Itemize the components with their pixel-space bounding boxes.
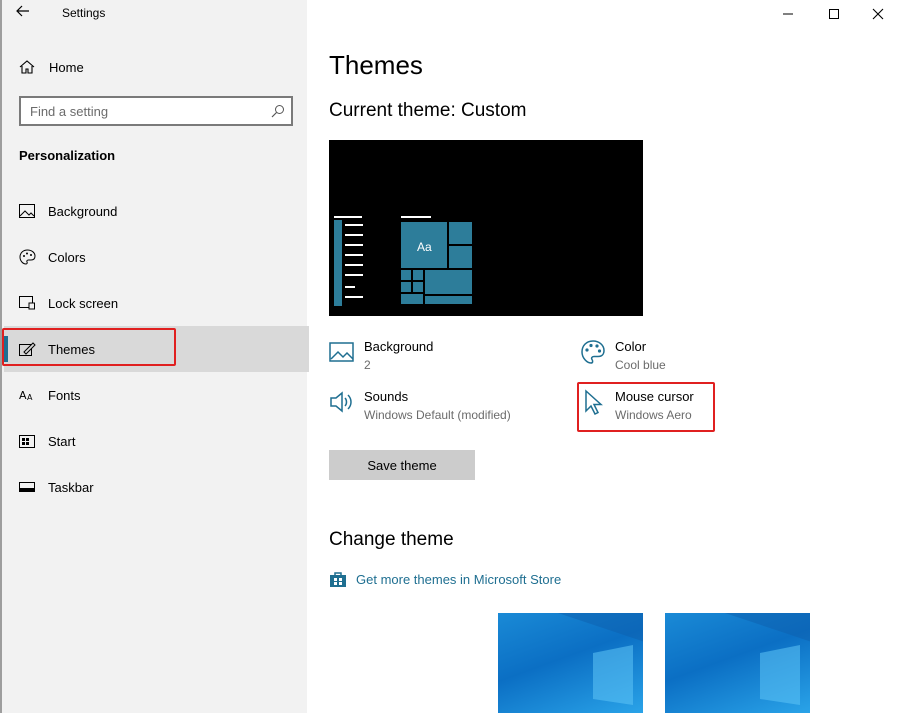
sidebar-item-label: Background (48, 203, 118, 219)
preview-tile (449, 246, 472, 268)
current-theme-title: Current theme: Custom (329, 100, 527, 121)
sidebar-item-label: Fonts (48, 387, 81, 403)
background-label: Background (364, 339, 434, 354)
preview-line (334, 216, 362, 218)
lock-screen-icon (18, 294, 36, 312)
preview-tile (401, 294, 423, 304)
theme-preview: Aa (329, 140, 643, 316)
app-title: Settings (62, 6, 106, 20)
home-icon (19, 60, 35, 74)
sidebar-item-start[interactable]: Start (4, 418, 309, 464)
start-icon (18, 432, 36, 450)
preview-tile (449, 222, 472, 244)
preview-block (334, 220, 342, 306)
home-link[interactable]: Home (18, 57, 84, 77)
svg-text:A: A (19, 389, 27, 402)
fonts-icon: AA (18, 386, 36, 404)
highlight-box-themes (2, 328, 176, 366)
color-setting[interactable]: Color Cool blue (580, 339, 666, 372)
store-bag-icon (330, 572, 346, 587)
search-box[interactable] (19, 96, 293, 126)
preview-tile (425, 296, 472, 304)
change-theme-title: Change theme (329, 529, 454, 550)
background-setting[interactable]: Background 2 (329, 339, 433, 372)
image-icon (329, 342, 354, 362)
preview-line (345, 234, 363, 236)
palette-icon (581, 340, 605, 364)
search-icon[interactable] (271, 104, 285, 118)
preview-tile (413, 270, 423, 280)
color-value: Cool blue (615, 358, 666, 372)
preview-tile (401, 270, 411, 280)
store-link-text: Get more themes in Microsoft Store (356, 571, 562, 587)
preview-line (345, 254, 363, 256)
background-value: 2 (364, 358, 371, 372)
preview-line (345, 296, 363, 298)
preview-tile (413, 282, 423, 292)
sidebar-item-background[interactable]: Background (4, 188, 309, 234)
preview-line (345, 274, 363, 276)
sidebar-item-fonts[interactable]: AA Fonts (4, 372, 309, 418)
image-icon (18, 202, 36, 220)
speaker-icon (330, 391, 352, 413)
sounds-setting[interactable]: Sounds Windows Default (modified) (329, 389, 511, 422)
section-title: Personalization (19, 148, 116, 163)
store-link[interactable]: Get more themes in Microsoft Store (329, 570, 561, 588)
color-label: Color (615, 339, 647, 354)
home-label: Home (49, 59, 84, 75)
page-title: Themes (329, 50, 423, 80)
windows-logo-icon (558, 613, 643, 705)
title-bar: Settings (2, 0, 309, 28)
windows-logo-icon (725, 613, 810, 705)
sidebar-item-label: Start (48, 433, 76, 449)
taskbar-icon (18, 478, 36, 496)
sounds-label: Sounds (364, 389, 409, 404)
highlight-box-mouse-cursor (577, 382, 715, 432)
sidebar-item-label: Taskbar (48, 479, 94, 495)
preview-line (345, 286, 355, 288)
sidebar-item-label: Colors (48, 249, 86, 265)
palette-icon (18, 248, 36, 266)
theme-thumbnail-2[interactable] (665, 613, 810, 713)
svg-text:A: A (27, 393, 33, 402)
sidebar-item-taskbar[interactable]: Taskbar (4, 464, 309, 510)
sounds-value: Windows Default (modified) (364, 408, 511, 422)
preview-line (345, 264, 363, 266)
preview-tile-text: Aa (417, 240, 432, 254)
back-button[interactable] (16, 4, 36, 22)
sidebar-item-colors[interactable]: Colors (4, 234, 309, 280)
theme-thumbnail-1[interactable] (498, 613, 643, 713)
preview-line (345, 244, 363, 246)
back-arrow-icon (16, 5, 29, 17)
main-content: Themes Current theme: Custom Aa Backgrou… (307, 0, 900, 713)
preview-tile (425, 270, 472, 294)
preview-tile (401, 282, 411, 292)
save-theme-button[interactable]: Save theme (329, 450, 475, 480)
search-input[interactable] (21, 98, 251, 124)
sidebar-item-lock-screen[interactable]: Lock screen (4, 280, 309, 326)
sidebar-item-label: Lock screen (48, 295, 119, 311)
preview-line (401, 216, 431, 218)
preview-line (345, 224, 363, 226)
